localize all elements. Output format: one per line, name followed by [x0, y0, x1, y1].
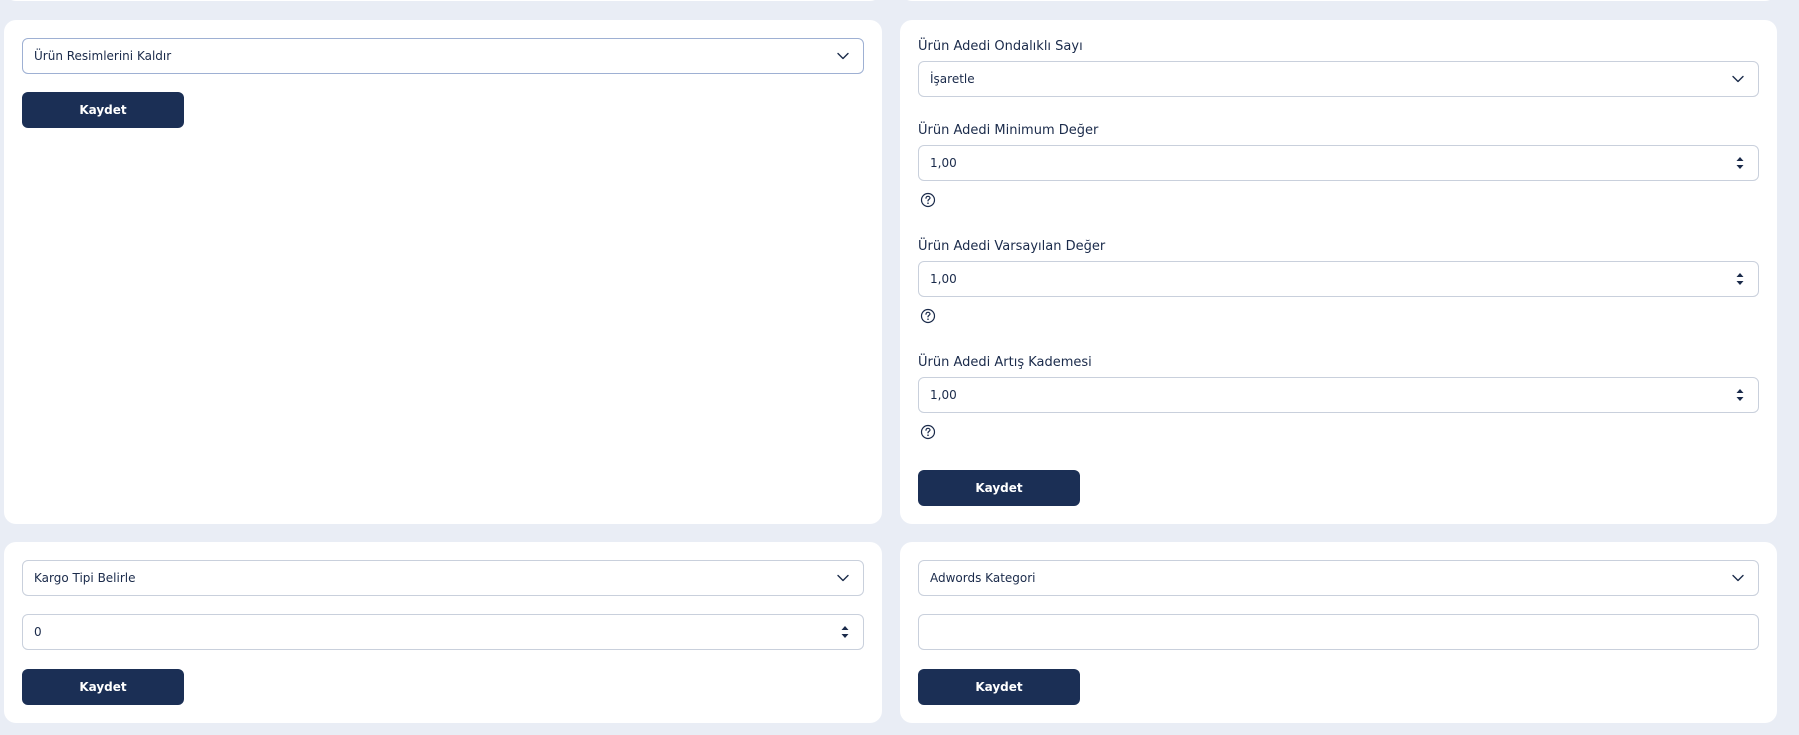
- remove-images-select-value: Ürün Resimlerini Kaldır: [34, 49, 172, 63]
- shipping-type-select-value: Kargo Tipi Belirle: [34, 571, 136, 585]
- help-icon[interactable]: [920, 424, 936, 440]
- default-value-label: Ürün Adedi Varsayılan Değer: [918, 239, 1106, 254]
- shipping-type-select[interactable]: Kargo Tipi Belirle: [22, 560, 864, 596]
- save-button[interactable]: Kaydet: [918, 470, 1080, 506]
- spinner-arrows-icon[interactable]: [838, 622, 852, 642]
- step-input[interactable]: 1,00: [918, 377, 1759, 413]
- shipping-type-card: Kargo Tipi Belirle 0 Kaydet: [4, 542, 882, 723]
- step-label: Ürün Adedi Artış Kademesi: [918, 355, 1092, 370]
- previous-card-bottom-left: [4, 0, 882, 1]
- step-input-value: 1,00: [930, 388, 957, 402]
- decimal-label: Ürün Adedi Ondalıklı Sayı: [918, 39, 1083, 54]
- adwords-category-select-value: Adwords Kategori: [930, 571, 1036, 585]
- spinner-arrows-icon[interactable]: [1733, 385, 1747, 405]
- save-button[interactable]: Kaydet: [22, 669, 184, 705]
- product-quantity-card: Ürün Adedi Ondalıklı Sayı İşaretle Ürün …: [900, 20, 1777, 524]
- chevron-down-icon: [1730, 71, 1746, 87]
- shipping-number-input-value: 0: [34, 625, 42, 639]
- adwords-category-card: Adwords Kategori Kaydet: [900, 542, 1777, 723]
- shipping-number-input[interactable]: 0: [22, 614, 864, 650]
- remove-images-select[interactable]: Ürün Resimlerini Kaldır: [22, 38, 864, 74]
- spinner-arrows-icon[interactable]: [1733, 269, 1747, 289]
- min-value-input-value: 1,00: [930, 156, 957, 170]
- help-icon[interactable]: [920, 192, 936, 208]
- help-icon[interactable]: [920, 308, 936, 324]
- previous-card-bottom-right: [900, 0, 1777, 1]
- adwords-category-text-input[interactable]: [918, 614, 1759, 650]
- min-value-input[interactable]: 1,00: [918, 145, 1759, 181]
- product-images-card: Ürün Resimlerini Kaldır Kaydet: [4, 20, 882, 524]
- adwords-category-select[interactable]: Adwords Kategori: [918, 560, 1759, 596]
- default-value-input[interactable]: 1,00: [918, 261, 1759, 297]
- min-value-label: Ürün Adedi Minimum Değer: [918, 123, 1099, 138]
- chevron-down-icon: [835, 570, 851, 586]
- default-value-input-value: 1,00: [930, 272, 957, 286]
- save-button[interactable]: Kaydet: [22, 92, 184, 128]
- chevron-down-icon: [835, 48, 851, 64]
- chevron-down-icon: [1730, 570, 1746, 586]
- spinner-arrows-icon[interactable]: [1733, 153, 1747, 173]
- decimal-select[interactable]: İşaretle: [918, 61, 1759, 97]
- decimal-select-value: İşaretle: [930, 72, 975, 86]
- save-button[interactable]: Kaydet: [918, 669, 1080, 705]
